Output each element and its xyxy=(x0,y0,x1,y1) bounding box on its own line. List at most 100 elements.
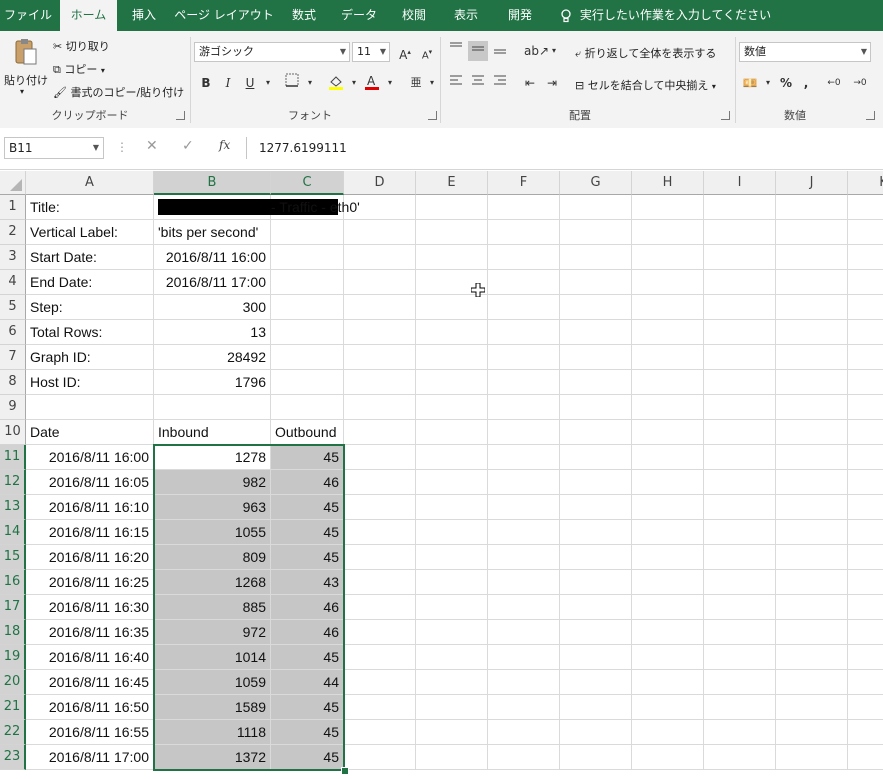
cell-j12[interactable] xyxy=(776,470,848,495)
cell-g21[interactable] xyxy=(560,695,632,720)
cell-c12[interactable]: 46 xyxy=(271,470,344,495)
column-header-e[interactable]: E xyxy=(416,171,488,195)
cell-i15[interactable] xyxy=(704,545,776,570)
cell-j16[interactable] xyxy=(776,570,848,595)
cell-j21[interactable] xyxy=(776,695,848,720)
cell-d8[interactable] xyxy=(344,370,416,395)
cell-b20[interactable]: 1059 xyxy=(154,670,271,695)
decrease-indent-icon[interactable]: ⇤ xyxy=(520,73,540,93)
cell-d12[interactable] xyxy=(344,470,416,495)
cell-i8[interactable] xyxy=(704,370,776,395)
cell-b5[interactable]: 300 xyxy=(154,295,271,320)
cell-e10[interactable] xyxy=(416,420,488,445)
cell-h10[interactable] xyxy=(632,420,704,445)
cell-j8[interactable] xyxy=(776,370,848,395)
cell-c15[interactable]: 45 xyxy=(271,545,344,570)
cell-c21[interactable]: 45 xyxy=(271,695,344,720)
cell-g12[interactable] xyxy=(560,470,632,495)
cell-b7[interactable]: 28492 xyxy=(154,345,271,370)
cell-b9[interactable] xyxy=(154,395,271,420)
column-header-j[interactable]: J xyxy=(776,171,848,195)
chevron-down-icon[interactable]: ▾ xyxy=(544,41,564,61)
cell-d13[interactable] xyxy=(344,495,416,520)
cell-i9[interactable] xyxy=(704,395,776,420)
bold-button[interactable]: B xyxy=(196,73,216,93)
cell-b13[interactable]: 963 xyxy=(154,495,271,520)
cell-c13[interactable]: 45 xyxy=(271,495,344,520)
cell-a23[interactable]: 2016/8/11 17:00 xyxy=(26,745,154,770)
cell-e1[interactable] xyxy=(416,195,488,220)
cell-h16[interactable] xyxy=(632,570,704,595)
copy-button[interactable]: ⧉ コピー ▾ xyxy=(53,61,105,77)
cell-g6[interactable] xyxy=(560,320,632,345)
formula-input[interactable]: 1277.6199111 xyxy=(246,137,883,159)
cell-a14[interactable]: 2016/8/11 16:15 xyxy=(26,520,154,545)
cell-f15[interactable] xyxy=(488,545,560,570)
cell-d6[interactable] xyxy=(344,320,416,345)
cell-e5[interactable] xyxy=(416,295,488,320)
cell-f10[interactable] xyxy=(488,420,560,445)
row-header-21[interactable]: 21 xyxy=(0,695,26,720)
cell-g3[interactable] xyxy=(560,245,632,270)
paste-dropdown-icon[interactable]: ▾ xyxy=(20,87,24,96)
cell-d5[interactable] xyxy=(344,295,416,320)
cell-i11[interactable] xyxy=(704,445,776,470)
row-header-13[interactable]: 13 xyxy=(0,495,26,520)
insert-function-button[interactable]: fx xyxy=(219,138,230,152)
cell-h20[interactable] xyxy=(632,670,704,695)
cell-c7[interactable] xyxy=(271,345,344,370)
row-header-12[interactable]: 12 xyxy=(0,470,26,495)
cell-k3[interactable] xyxy=(848,245,883,270)
cell-c18[interactable]: 46 xyxy=(271,620,344,645)
cell-e16[interactable] xyxy=(416,570,488,595)
currency-icon[interactable]: 💴 xyxy=(740,73,760,93)
cell-f23[interactable] xyxy=(488,745,560,770)
font-size-combo[interactable]: 11 ▼ xyxy=(352,42,390,62)
cell-i14[interactable] xyxy=(704,520,776,545)
cell-e2[interactable] xyxy=(416,220,488,245)
cell-j1[interactable] xyxy=(776,195,848,220)
cell-k14[interactable] xyxy=(848,520,883,545)
cell-i13[interactable] xyxy=(704,495,776,520)
tab-home[interactable]: ホーム xyxy=(60,0,117,31)
cell-k5[interactable] xyxy=(848,295,883,320)
cell-b2[interactable]: 'bits per second' xyxy=(154,220,271,245)
cell-h17[interactable] xyxy=(632,595,704,620)
row-header-4[interactable]: 4 xyxy=(0,270,26,295)
cell-k13[interactable] xyxy=(848,495,883,520)
cancel-icon[interactable]: ✕ xyxy=(146,138,158,154)
enter-check-icon[interactable]: ✓ xyxy=(182,138,194,154)
cell-g20[interactable] xyxy=(560,670,632,695)
cell-f3[interactable] xyxy=(488,245,560,270)
cell-h12[interactable] xyxy=(632,470,704,495)
cell-h23[interactable] xyxy=(632,745,704,770)
cell-c2[interactable] xyxy=(271,220,344,245)
cell-d3[interactable] xyxy=(344,245,416,270)
cell-e11[interactable] xyxy=(416,445,488,470)
cell-f19[interactable] xyxy=(488,645,560,670)
cell-i18[interactable] xyxy=(704,620,776,645)
cell-g7[interactable] xyxy=(560,345,632,370)
cell-k21[interactable] xyxy=(848,695,883,720)
cell-i2[interactable] xyxy=(704,220,776,245)
chevron-down-icon[interactable]: ▼ xyxy=(93,138,99,158)
row-header-11[interactable]: 11 xyxy=(0,445,26,470)
cell-c19[interactable]: 45 xyxy=(271,645,344,670)
grow-font-icon[interactable]: A▴ xyxy=(395,42,415,62)
cell-d14[interactable] xyxy=(344,520,416,545)
cell-i4[interactable] xyxy=(704,270,776,295)
cell-k19[interactable] xyxy=(848,645,883,670)
cell-f22[interactable] xyxy=(488,720,560,745)
cell-j17[interactable] xyxy=(776,595,848,620)
row-header-1[interactable]: 1 xyxy=(0,195,26,220)
cell-h5[interactable] xyxy=(632,295,704,320)
cell-k7[interactable] xyxy=(848,345,883,370)
cell-g9[interactable] xyxy=(560,395,632,420)
cell-i7[interactable] xyxy=(704,345,776,370)
italic-button[interactable]: I xyxy=(218,73,238,93)
row-header-8[interactable]: 8 xyxy=(0,370,26,395)
cell-h6[interactable] xyxy=(632,320,704,345)
cell-f1[interactable] xyxy=(488,195,560,220)
cell-a22[interactable]: 2016/8/11 16:55 xyxy=(26,720,154,745)
cell-k23[interactable] xyxy=(848,745,883,770)
